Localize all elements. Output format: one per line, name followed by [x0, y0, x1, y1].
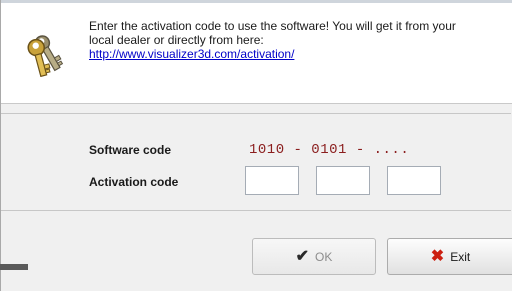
software-code-value: 1010 - 0101 - ....: [249, 142, 410, 158]
activation-link[interactable]: http://www.visualizer3d.com/activation/: [89, 47, 512, 61]
header-panel: Enter the activation code to use the sof…: [1, 3, 512, 104]
activation-code-field-3[interactable]: [387, 166, 441, 195]
software-code-label: Software code: [89, 143, 172, 157]
activation-code-field-1[interactable]: [245, 166, 299, 195]
activation-code-field-2[interactable]: [316, 166, 370, 195]
exit-button-label: Exit: [450, 249, 471, 264]
checkmark-icon: ✔: [295, 247, 310, 265]
x-icon: ✖: [430, 247, 445, 265]
background-window-edge: [0, 264, 28, 270]
activation-dialog: Enter the activation code to use the sof…: [0, 0, 512, 291]
message-line-1: Enter the activation code to use the sof…: [89, 19, 456, 33]
activation-code-label: Activation code: [89, 175, 179, 189]
instruction-message: Enter the activation code to use the sof…: [89, 19, 512, 61]
keys-icon: [27, 35, 64, 77]
message-line-2: local dealer or directly from here:: [89, 33, 264, 47]
code-group: Software code 1010 - 0101 - .... Activat…: [1, 113, 511, 211]
ok-button[interactable]: ✔ OK: [252, 238, 376, 275]
exit-button[interactable]: ✖ Exit: [387, 238, 512, 275]
ok-button-label: OK: [315, 249, 333, 264]
